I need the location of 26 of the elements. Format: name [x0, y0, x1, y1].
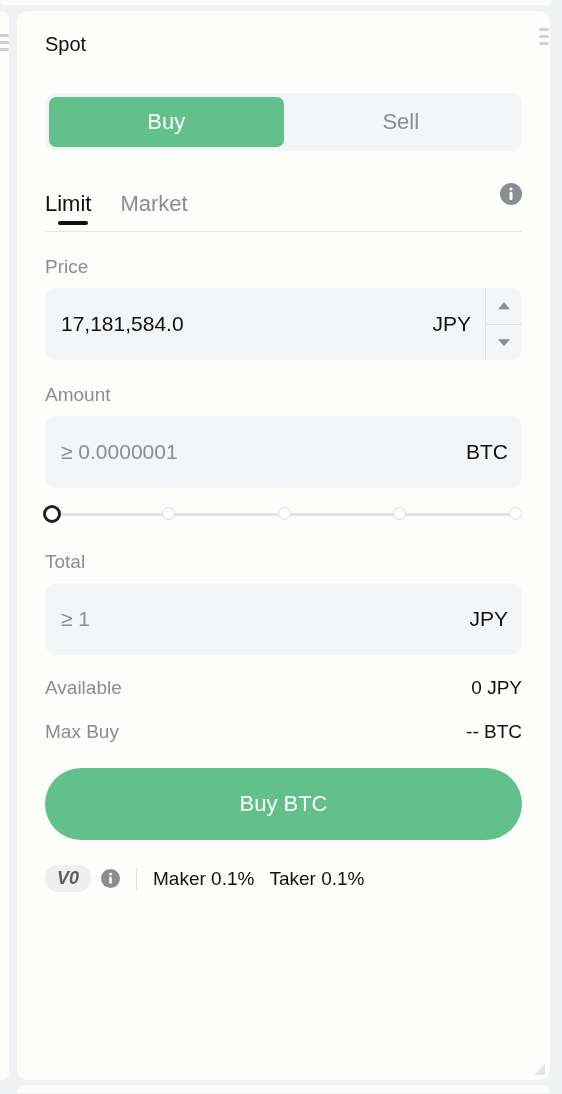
field-label: Total: [45, 551, 86, 573]
input-field[interactable]: ≥ 1 JPY: [45, 583, 522, 655]
input-value[interactable]: 17,181,584.0: [45, 288, 425, 360]
info-value: 0 JPY: [471, 677, 522, 699]
input-value[interactable]: ≥ 1: [45, 583, 462, 655]
unit-label: BTC: [465, 440, 509, 464]
taker-fee: Taker 0.1%: [269, 867, 365, 890]
info-label: Max Buy: [45, 721, 119, 743]
input-value[interactable]: ≥ 0.0000001: [45, 416, 458, 488]
tier-badge: V0: [45, 865, 92, 892]
field-label: Amount: [45, 384, 111, 406]
info-label: Available: [45, 677, 122, 699]
info-icon[interactable]: [500, 183, 522, 205]
order-type-tab[interactable]: Limit: [45, 177, 92, 227]
input-field[interactable]: 17,181,584.0 JPY: [45, 288, 522, 360]
info-value: -- BTC: [466, 721, 522, 743]
maker-fee: Maker 0.1%: [153, 867, 255, 890]
fee-info-icon[interactable]: [101, 869, 121, 888]
field-label: Price: [45, 256, 89, 278]
drag-handle-icon[interactable]: [0, 34, 9, 51]
unit-label: JPY: [431, 312, 472, 336]
input-field[interactable]: ≥ 0.0000001 BTC: [45, 416, 522, 488]
drag-handle-icon[interactable]: [539, 28, 549, 45]
resize-handle-icon[interactable]: [534, 1064, 545, 1075]
panel-title: Spot: [45, 33, 87, 56]
unit-label: JPY: [468, 607, 509, 631]
